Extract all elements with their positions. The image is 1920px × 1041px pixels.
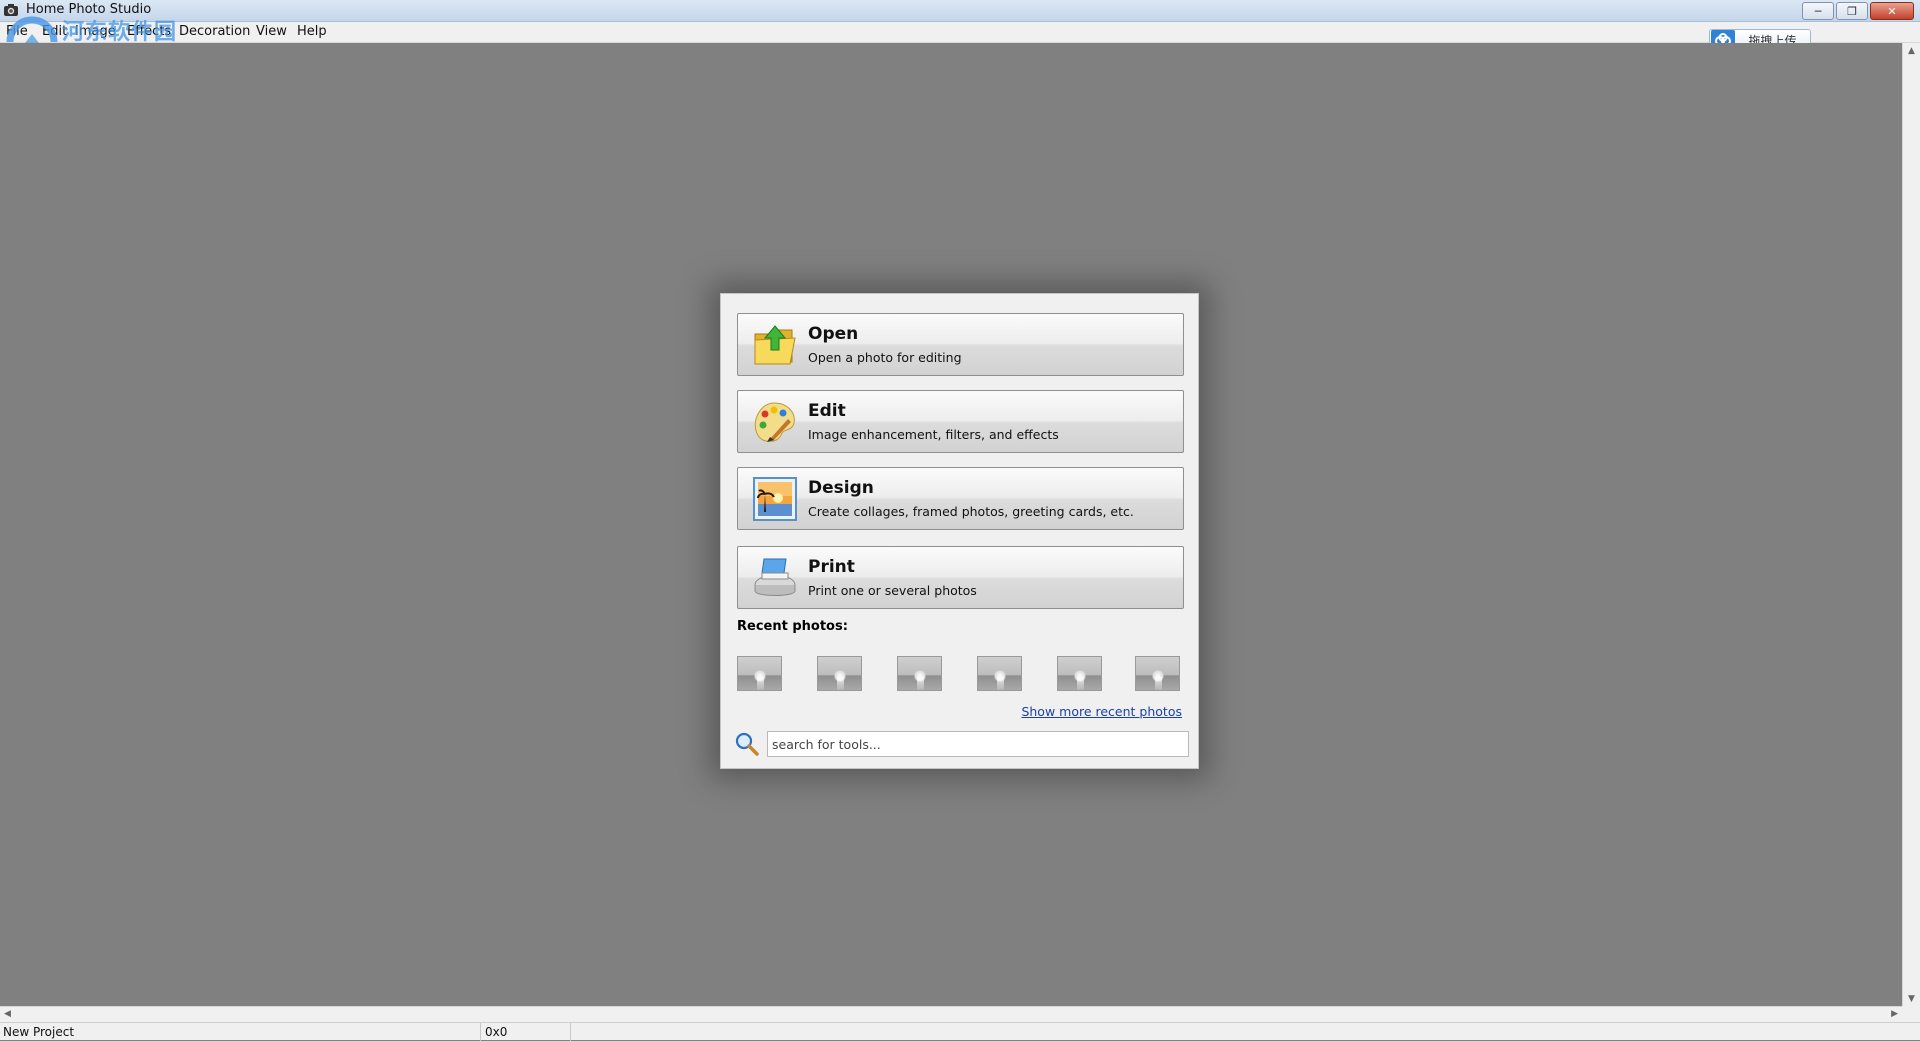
design-title: Design [808, 478, 874, 498]
vertical-scrollbar[interactable]: ▲ ▼ [1902, 43, 1920, 1006]
recent-photo-thumbnail[interactable] [977, 656, 1022, 691]
scroll-up-icon[interactable]: ▲ [1908, 46, 1915, 56]
menu-decoration[interactable]: Decoration [179, 24, 250, 39]
recent-photo-thumbnail[interactable] [1135, 656, 1180, 691]
open-button[interactable]: Open Open a photo for editing [737, 313, 1184, 376]
status-divider [570, 1023, 571, 1041]
menu-bar: File Edit Image Effects Decoration View … [0, 22, 1920, 43]
open-title: Open [808, 324, 859, 344]
scroll-down-icon[interactable]: ▼ [1908, 994, 1915, 1004]
palette-brush-icon [754, 402, 795, 442]
status-dimensions: 0x0 [485, 1025, 508, 1039]
status-project: New Project [3, 1025, 75, 1039]
folder-up-arrow-icon [754, 325, 796, 365]
horizontal-scrollbar[interactable]: ◀ ▶ [0, 1006, 1902, 1022]
title-bar: Home Photo Studio ─ ❐ ✕ [0, 0, 1920, 22]
status-divider [480, 1023, 481, 1041]
close-button[interactable]: ✕ [1870, 2, 1914, 20]
recent-photos-label: Recent photos: [737, 619, 848, 634]
print-button[interactable]: Print Print one or several photos [737, 546, 1184, 609]
restore-button[interactable]: ❐ [1836, 2, 1868, 20]
search-icon [735, 732, 759, 756]
printer-icon [754, 558, 796, 596]
scroll-left-icon[interactable]: ◀ [4, 1009, 11, 1019]
scroll-right-icon[interactable]: ▶ [1891, 1009, 1898, 1019]
start-dialog: Open Open a photo for editing Edit Image… [720, 293, 1199, 769]
minimize-button[interactable]: ─ [1802, 2, 1834, 20]
design-subtitle: Create collages, framed photos, greeting… [808, 504, 1134, 519]
edit-button[interactable]: Edit Image enhancement, filters, and eff… [737, 390, 1184, 453]
print-title: Print [808, 557, 855, 577]
show-more-recent-link[interactable]: Show more recent photos [1021, 704, 1182, 719]
sunset-picture-icon [753, 477, 797, 521]
menu-image[interactable]: Image [75, 24, 116, 39]
window-title: Home Photo Studio [26, 2, 152, 17]
edit-subtitle: Image enhancement, filters, and effects [808, 427, 1059, 442]
status-bar: New Project 0x0 [0, 1022, 1920, 1041]
app-camera-icon [4, 4, 18, 16]
recent-photo-thumbnail[interactable] [817, 656, 862, 691]
edit-title: Edit [808, 401, 846, 421]
recent-photo-thumbnail[interactable] [897, 656, 942, 691]
menu-help[interactable]: Help [297, 24, 327, 39]
scroll-corner [1902, 1006, 1920, 1022]
menu-file[interactable]: File [6, 24, 28, 39]
recent-photo-thumbnail[interactable] [1057, 656, 1102, 691]
menu-edit[interactable]: Edit [42, 24, 67, 39]
print-subtitle: Print one or several photos [808, 583, 977, 598]
menu-effects[interactable]: Effects [127, 24, 171, 39]
tool-search-input[interactable] [767, 731, 1189, 757]
recent-photo-thumbnail[interactable] [737, 656, 782, 691]
design-button[interactable]: Design Create collages, framed photos, g… [737, 467, 1184, 530]
open-subtitle: Open a photo for editing [808, 350, 962, 365]
menu-view[interactable]: View [256, 24, 287, 39]
window-controls: ─ ❐ ✕ [1802, 2, 1914, 20]
